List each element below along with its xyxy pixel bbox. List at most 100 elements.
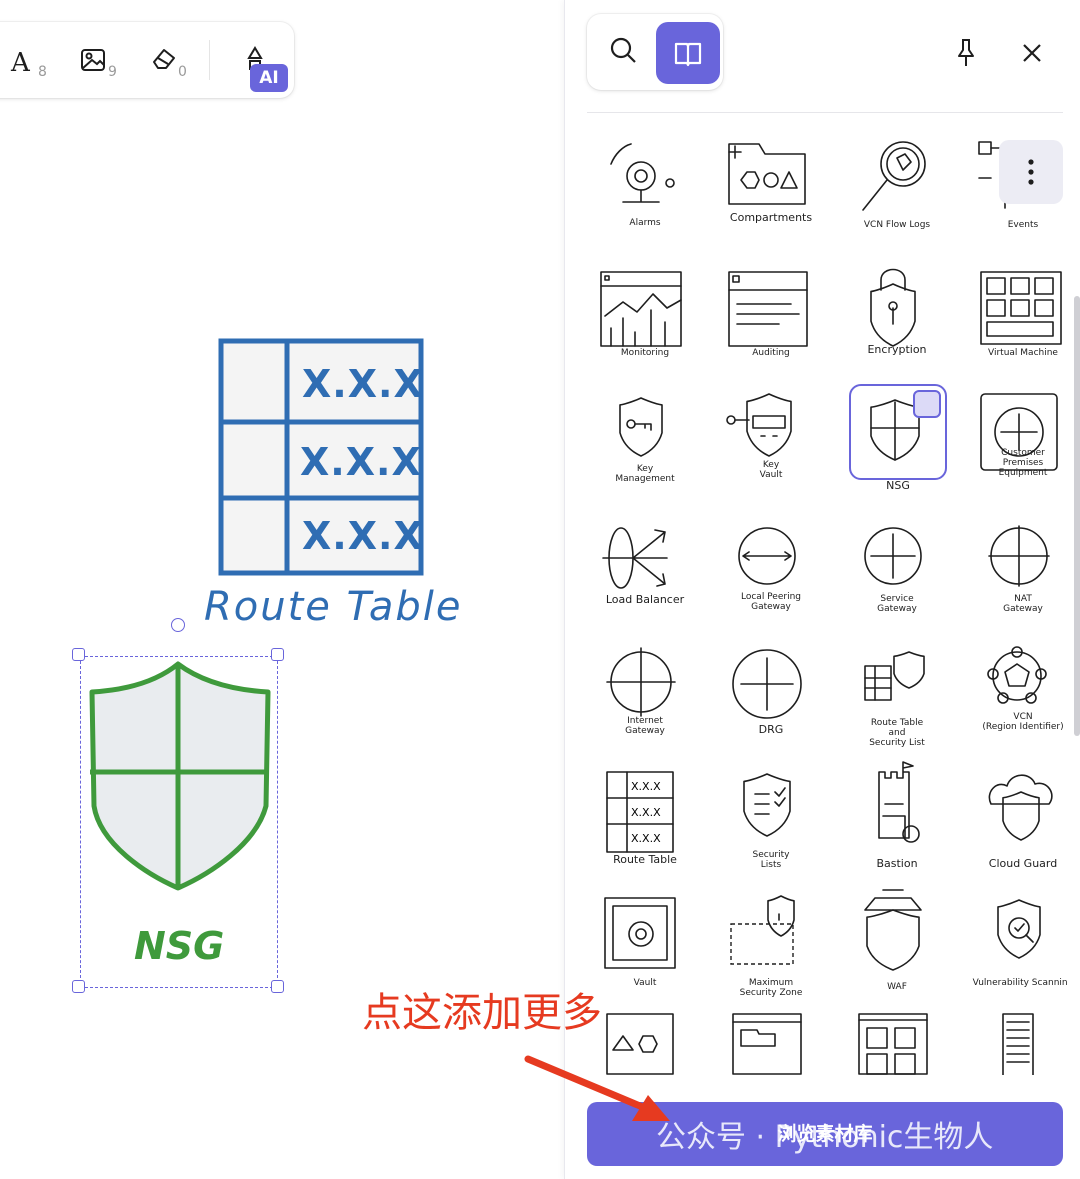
library-item[interactable]: DRG [713,628,829,744]
library-item-label: Internet Gateway [625,716,665,736]
library-item[interactable]: Security Lists [713,754,829,870]
eraser-tool-button[interactable]: 0 [150,44,190,80]
library-item-label: Compartments [729,211,813,224]
close-icon [1023,44,1041,62]
library-item-label: Customer Premises Equipment [998,448,1048,478]
grid-icon [858,1013,928,1075]
library-item-label: NSG [886,479,910,492]
text-icon: A [10,48,31,76]
more-vertical-icon [1028,159,1034,185]
library-item-label: WAF [887,982,907,992]
cloud-guard-icon [988,774,1053,841]
library-item-label: Route Table and Security List [869,718,925,748]
library-item-label: Service Gateway [877,594,917,614]
image-icon [81,49,105,71]
waf-icon [864,889,922,971]
library-item-label: Key Management [615,464,675,484]
resize-handle-top-right[interactable] [271,648,284,661]
library-item[interactable]: Maximum Security Zone [713,880,829,998]
library-panel: Alarms Compartments VCN Flow Logs Events Mon… [564,0,1080,1179]
library-item[interactable]: Virtual Machine [965,250,1067,366]
image-tool-button[interactable]: 9 [80,44,120,80]
library-item-label: Monitoring [620,348,670,358]
search-icon [610,37,636,63]
route-table-cell: X.X.X [300,440,422,484]
library-item[interactable]: Auditing [713,250,829,366]
library-item-label: VCN (Region Identifier) [982,712,1064,732]
panel-scrollbar[interactable] [1074,296,1080,736]
library-item[interactable]: Route Table and Security List [839,628,955,748]
library-item-label: Local Peering Gateway [741,592,801,612]
library-item-label: Key Vault [759,460,783,480]
library-item[interactable]: NAT Gateway [965,502,1067,618]
panel-tab-bar [587,14,723,90]
library-item-label: Vulnerability Scanning [972,978,1067,988]
library-item-label: NAT Gateway [1003,594,1043,614]
pin-button[interactable] [951,36,981,70]
pin-icon [958,39,974,66]
annotation-arrow [524,1055,670,1121]
library-item-label: Maximum Security Zone [739,978,803,998]
window-icon [732,1013,802,1075]
library-item-label: VCN Flow Logs [863,220,931,230]
library-item[interactable]: Local Peering Gateway [713,502,829,618]
library-item[interactable]: NSG [849,384,947,492]
library-item-label: Auditing [752,348,790,358]
library-item[interactable]: Key Vault [713,376,829,492]
toolbar-divider [209,40,210,80]
library-item[interactable]: X.X.X X.X.X X.X.X Route Table [587,754,703,870]
library-item[interactable]: WAF [839,880,955,996]
library-item[interactable]: Compartments [713,124,829,240]
library-item[interactable]: Monitoring [587,250,703,366]
library-item-grid: Alarms Compartments VCN Flow Logs Events Mon… [587,120,1067,1075]
library-item-label: DRG [758,723,784,736]
library-item-label: Encryption [867,343,927,356]
text-tool-count: 8 [38,64,47,80]
library-item[interactable] [965,1006,1067,1075]
library-item[interactable]: Vault [587,880,703,996]
resize-handle-bottom-left[interactable] [72,980,85,993]
svg-text:X.X.X: X.X.X [631,806,661,819]
library-item[interactable]: Cloud Guard [965,754,1067,870]
more-options-button[interactable] [999,140,1063,204]
library-item[interactable]: Customer Premises Equipment [965,376,1067,492]
library-item[interactable]: Service Gateway [839,502,955,618]
eraser-icon [153,49,175,69]
route-table-cell: X.X.X [302,514,424,558]
selection-box [80,656,278,988]
library-tab[interactable] [656,22,720,84]
library-item[interactable]: Alarms [587,124,703,240]
text-tool-button[interactable]: A 8 [10,44,50,80]
image-tool-count: 9 [108,64,117,80]
resize-handle-top-left[interactable] [72,648,85,661]
library-item[interactable]: Load Balancer [587,502,703,618]
svg-text:X.X.X: X.X.X [631,832,661,845]
library-item-label: Bastion [876,857,918,870]
library-item[interactable]: Vulnerability Scanning [965,880,1067,996]
svg-text:X.X.X: X.X.X [631,780,661,793]
rotate-handle[interactable] [171,618,185,632]
route-table-title[interactable]: Route Table [204,584,462,630]
library-item-label: Alarms [629,218,661,228]
search-tab[interactable] [595,22,653,80]
watermark: 公众号 · Pythonic生物人 [656,1120,994,1155]
library-item-label: Load Balancer [605,593,685,606]
library-item[interactable] [713,1006,829,1075]
library-item[interactable]: Bastion [839,754,955,870]
close-button[interactable] [1017,38,1047,68]
library-item[interactable]: Key Management [587,376,703,492]
library-item[interactable]: Internet Gateway [587,628,703,744]
selection-checkbox[interactable] [913,390,941,418]
book-icon [674,42,702,67]
eraser-tool-count: 0 [178,64,187,80]
library-item[interactable]: VCN Flow Logs [839,124,955,240]
resize-handle-bottom-right[interactable] [271,980,284,993]
library-item-label: Vault [633,978,657,988]
route-table-cell: X.X.X [302,362,424,406]
rack-icon [1002,1013,1034,1075]
library-item[interactable]: VCN (Region Identifier) [965,628,1067,744]
ai-badge[interactable]: AI [250,64,288,92]
library-item[interactable] [839,1006,955,1075]
library-item[interactable]: Encryption [839,250,955,366]
bastion-icon [878,761,920,843]
